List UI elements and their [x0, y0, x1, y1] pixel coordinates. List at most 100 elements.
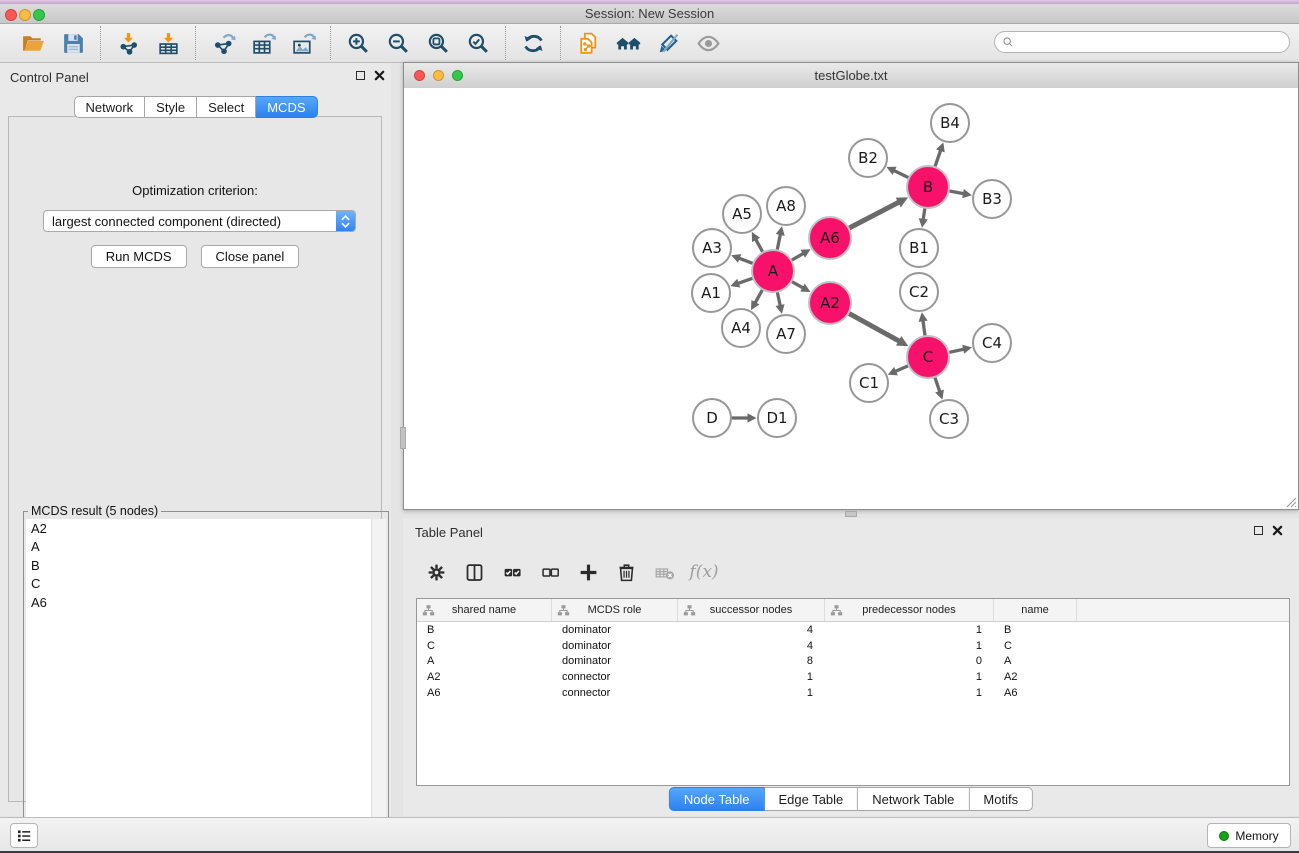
graph-edge-A-A8[interactable]	[777, 234, 780, 249]
column-header-MCDS-role[interactable]: MCDS role	[552, 599, 678, 621]
show-graphics-details-icon[interactable]	[688, 27, 728, 59]
graph-edge-B-B2[interactable]	[894, 170, 908, 177]
graph-node-C1[interactable]: C1	[850, 364, 888, 402]
tab-mcds[interactable]: MCDS	[256, 96, 317, 118]
graph-edge-C-C2[interactable]	[923, 320, 925, 334]
close-panel-button[interactable]: Close panel	[201, 245, 300, 268]
tab-motifs[interactable]: Motifs	[969, 787, 1033, 811]
tab-node-table[interactable]: Node Table	[669, 787, 765, 811]
memory-button[interactable]: Memory	[1207, 823, 1291, 848]
zoom-selected-icon[interactable]	[458, 27, 498, 59]
add-column-icon[interactable]	[571, 556, 605, 588]
import-network-icon[interactable]	[108, 27, 148, 59]
insert-column-icon[interactable]	[457, 556, 491, 588]
graph-node-B2[interactable]: B2	[849, 139, 887, 177]
graph-edge-C-C3[interactable]	[935, 378, 940, 392]
graph-edge-A-A6[interactable]	[792, 253, 803, 259]
tab-style[interactable]: Style	[145, 96, 197, 118]
table-row[interactable]: Adominator80A	[417, 653, 1289, 669]
graph-node-A[interactable]: A	[752, 250, 794, 292]
mcds-result-item[interactable]: B	[26, 556, 386, 575]
zoom-out-icon[interactable]	[378, 27, 418, 59]
graph-edge-B-B3[interactable]	[950, 191, 964, 194]
search-box[interactable]	[994, 31, 1290, 53]
mcds-result-item[interactable]: A6	[26, 593, 386, 612]
tab-select[interactable]: Select	[197, 96, 256, 118]
column-header-name[interactable]: name	[994, 599, 1077, 621]
graph-node-A8[interactable]: A8	[767, 187, 805, 225]
refresh-layout-icon[interactable]	[513, 27, 553, 59]
graph-node-A5[interactable]: A5	[723, 195, 761, 233]
zoom-fit-icon[interactable]	[418, 27, 458, 59]
graph-node-A3[interactable]: A3	[693, 229, 731, 267]
graph-edge-A-A1[interactable]	[738, 279, 752, 284]
open-file-icon[interactable]	[13, 27, 53, 59]
task-history-button[interactable]	[10, 823, 38, 848]
graph-node-A1[interactable]: A1	[692, 274, 730, 312]
graph-node-D1[interactable]: D1	[758, 399, 796, 437]
table-row[interactable]: Cdominator41C	[417, 638, 1289, 654]
column-header-shared-name[interactable]: shared name	[417, 599, 552, 621]
table-mode-gear-icon[interactable]	[419, 556, 453, 588]
graph-edge-C-C1[interactable]	[895, 366, 907, 371]
graph-node-C4[interactable]: C4	[973, 324, 1011, 362]
graph-node-D[interactable]: D	[693, 399, 731, 437]
search-input[interactable]	[1019, 34, 1283, 50]
graph-edge-A-A7[interactable]	[778, 293, 781, 306]
table-row[interactable]: A2connector11A2	[417, 669, 1289, 685]
run-mcds-button[interactable]: Run MCDS	[91, 245, 187, 268]
graph-node-C3[interactable]: C3	[930, 400, 968, 438]
graph-edge-A6-B[interactable]	[850, 202, 899, 228]
table-row[interactable]: A6connector11A6	[417, 685, 1289, 701]
network-vertical-scrollbar[interactable]	[400, 427, 406, 449]
graph-node-A2[interactable]: A2	[809, 282, 851, 324]
graph-edge-A-A2[interactable]	[793, 282, 804, 288]
graph-edge-B-B1[interactable]	[923, 209, 925, 220]
export-image-icon[interactable]	[283, 27, 323, 59]
export-network-icon[interactable]	[203, 27, 243, 59]
hide-annotations-icon[interactable]	[648, 27, 688, 59]
delete-column-icon[interactable]	[609, 556, 643, 588]
mcds-result-scrollbar[interactable]	[371, 519, 386, 849]
tab-edge-table[interactable]: Edge Table	[764, 787, 858, 811]
graph-edge-C-C4[interactable]	[950, 349, 964, 352]
optimization-dropdown[interactable]: largest connected component (directed)	[43, 210, 356, 232]
unselect-all-rows-icon[interactable]	[533, 556, 567, 588]
mcds-result-item[interactable]: A	[26, 538, 386, 557]
export-table-icon[interactable]	[243, 27, 283, 59]
graph-node-C[interactable]: C	[907, 336, 949, 378]
mcds-result-item[interactable]: C	[26, 575, 386, 594]
network-canvas[interactable]: B4 B2 B B3 A8A5 A6 A3 B1 A A1 C2 A2 A4A7 C4 C C1 D D1 C3	[404, 88, 1298, 509]
select-all-rows-icon[interactable]	[495, 556, 529, 588]
graph-node-B[interactable]: B	[907, 166, 949, 208]
zoom-in-icon[interactable]	[338, 27, 378, 59]
graph-edge-A-A5[interactable]	[756, 239, 763, 251]
graph-edge-B-B4[interactable]	[935, 150, 940, 166]
graph-edge-A-A3[interactable]	[739, 258, 752, 263]
home-icon[interactable]	[608, 27, 648, 59]
graph-edge-A2-C[interactable]	[850, 314, 900, 341]
resize-grip-icon[interactable]	[1283, 494, 1297, 508]
tab-network[interactable]: Network	[73, 96, 145, 118]
close-table-panel-icon[interactable]	[1272, 525, 1283, 536]
graph-node-A6[interactable]: A6	[809, 217, 851, 259]
table-row[interactable]: Bdominator41B	[417, 622, 1289, 638]
float-table-panel-icon[interactable]	[1254, 526, 1263, 535]
graph-node-B4[interactable]: B4	[931, 104, 969, 142]
column-header-predecessor-nodes[interactable]: predecessor nodes	[825, 599, 994, 621]
import-table-icon[interactable]	[148, 27, 188, 59]
save-session-icon[interactable]	[53, 27, 93, 59]
network-window-titlebar[interactable]: testGlobe.txt	[404, 63, 1298, 89]
graph-node-B3[interactable]: B3	[973, 180, 1011, 218]
graph-node-B1[interactable]: B1	[900, 229, 938, 267]
graph-edge-A-A4[interactable]	[755, 291, 762, 304]
graph-node-A4[interactable]: A4	[722, 309, 760, 347]
close-panel-icon[interactable]	[374, 70, 385, 81]
clone-network-icon[interactable]	[568, 27, 608, 59]
mcds-result-item[interactable]: A2	[26, 519, 386, 538]
graph-node-A7[interactable]: A7	[767, 315, 805, 353]
graph-node-C2[interactable]: C2	[900, 273, 938, 311]
column-header-successor-nodes[interactable]: successor nodes	[678, 599, 825, 621]
network-horizontal-scrollbar[interactable]	[845, 511, 857, 517]
float-panel-icon[interactable]	[356, 71, 365, 80]
